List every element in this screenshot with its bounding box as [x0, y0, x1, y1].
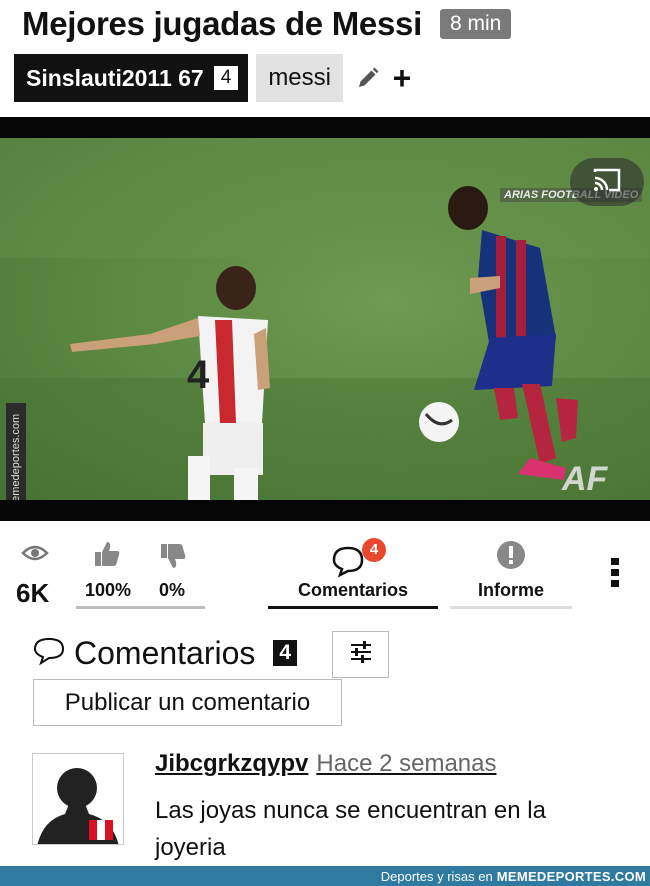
- tab-comentarios-underline: [268, 606, 438, 609]
- report-icon[interactable]: [496, 540, 526, 575]
- tab-informe-underline: [450, 606, 572, 609]
- comments-tab-icon[interactable]: 4: [330, 538, 394, 578]
- comment-author-name[interactable]: Jibcgrkzqypv: [155, 750, 308, 777]
- duration-badge: 8 min: [439, 9, 512, 39]
- comments-filter-button[interactable]: [332, 631, 389, 678]
- more-options-icon[interactable]: [608, 556, 622, 590]
- side-watermark: Memedeportes.com: [6, 403, 26, 500]
- thumbs-up-icon[interactable]: [92, 540, 122, 573]
- comment-time: Hace 2 semanas: [316, 750, 497, 777]
- post-comment-button[interactable]: Publicar un comentario: [33, 679, 342, 726]
- tab-informe[interactable]: Informe: [450, 580, 572, 601]
- tag-label: messi: [268, 64, 331, 91]
- video-frame[interactable]: 4 ARIAS FOOTBALL VIDEO AF Memedeportes.c…: [0, 138, 650, 500]
- author-link[interactable]: Sinslauti2011 67 4: [14, 54, 249, 102]
- footer-brand: MEMEDEPORTES.COM: [496, 868, 646, 884]
- tab-comentarios[interactable]: Comentarios: [280, 580, 426, 601]
- video-player[interactable]: 4 ARIAS FOOTBALL VIDEO AF Memedeportes.c…: [0, 117, 650, 521]
- page: Mejores jugadas de Messi 8 min Sinslauti…: [0, 0, 650, 886]
- corner-logo: AF: [562, 460, 608, 498]
- flag-icon: [89, 820, 113, 840]
- author-name: Sinslauti2011 67: [26, 64, 204, 91]
- sliders-icon: [349, 641, 373, 668]
- footer-bar: Deportes y risas en MEMEDEPORTES.COM: [0, 866, 650, 886]
- comments-title: Comentarios: [74, 634, 256, 671]
- thumbs-down-icon[interactable]: [158, 542, 188, 575]
- tag-messi[interactable]: messi: [256, 54, 343, 102]
- plus-icon[interactable]: +: [389, 58, 415, 98]
- footer-prefix: Deportes y risas en: [380, 868, 493, 884]
- stats-bar: 6K 100% 0% 4 Comentarios Informe: [0, 538, 650, 618]
- comment-author[interactable]: Jibcgrkzqypv Hace 2 semanas: [155, 750, 496, 778]
- dislikes-percent: 0%: [158, 580, 185, 600]
- pencil-icon[interactable]: [355, 58, 381, 98]
- views-icon: [20, 542, 50, 569]
- rating-bar: [76, 606, 205, 609]
- title-row: Mejores jugadas de Messi 8 min: [22, 4, 512, 44]
- comments-badge: 4: [362, 538, 386, 562]
- cast-icon: [592, 168, 622, 197]
- svg-text:4: 4: [187, 353, 210, 397]
- comments-header: Comentarios 4: [32, 632, 298, 674]
- views-count: 6K: [16, 578, 50, 608]
- cast-button[interactable]: [570, 158, 644, 206]
- comment-bubble-icon: [32, 636, 66, 671]
- meta-row: Sinslauti2011 67 4 messi +: [14, 54, 415, 102]
- author-count-badge: 4: [213, 66, 239, 90]
- comments-count: 4: [273, 640, 298, 666]
- page-title: Mejores jugadas de Messi: [22, 5, 422, 42]
- comment-text: Las joyas nunca se encuentran en la joye…: [155, 797, 546, 861]
- avatar[interactable]: [32, 753, 124, 845]
- likes-percent: 100%: [84, 580, 132, 600]
